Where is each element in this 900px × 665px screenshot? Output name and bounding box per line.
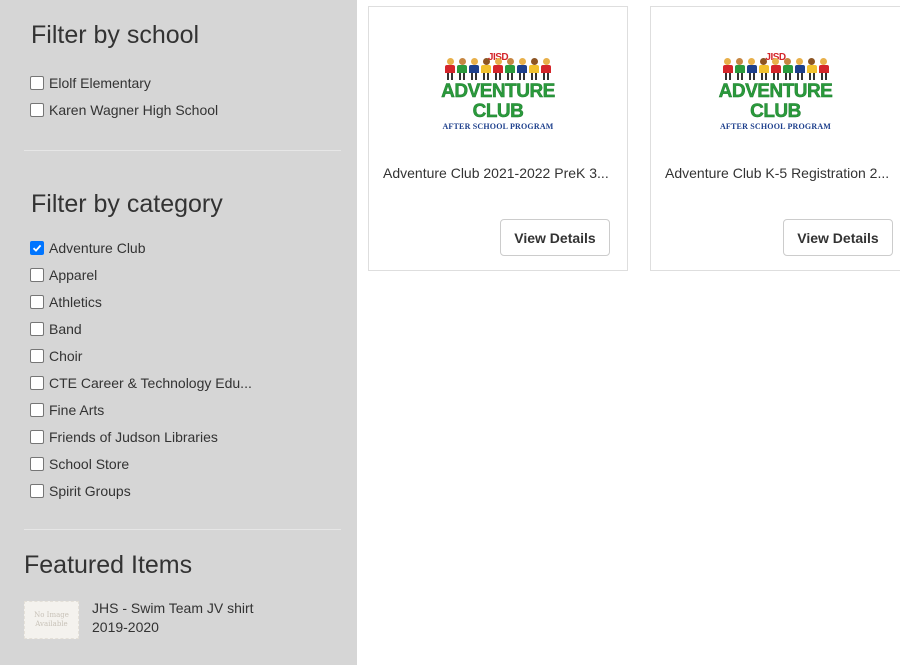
- kids-figures-icon: [706, 58, 846, 82]
- checkbox[interactable]: [30, 429, 44, 444]
- sidebar-divider: [24, 529, 341, 530]
- kids-figures-icon: [428, 58, 568, 82]
- category-option-cte[interactable]: CTE Career & Technology Edu...: [30, 369, 252, 396]
- checkbox[interactable]: [30, 402, 44, 417]
- category-option-athletics[interactable]: Athletics: [30, 288, 252, 315]
- category-option-band[interactable]: Band: [30, 315, 252, 342]
- filter-sidebar: Filter by school Elolf Elementary Karen …: [0, 0, 357, 665]
- checkbox[interactable]: [30, 348, 44, 363]
- no-image-placeholder[interactable]: No Image Available: [24, 601, 79, 639]
- category-option-label: Friends of Judson Libraries: [49, 428, 218, 445]
- featured-item-link[interactable]: JHS - Swim Team JV shirt 2019-2020: [92, 599, 282, 637]
- school-filter-list: Elolf Elementary Karen Wagner High Schoo…: [30, 69, 218, 123]
- checkbox[interactable]: [30, 375, 44, 390]
- featured-item[interactable]: No Image Available JHS - Swim Team JV sh…: [24, 599, 282, 639]
- category-option-friends-of-judson-libraries[interactable]: Friends of Judson Libraries: [30, 423, 252, 450]
- sidebar-divider: [24, 150, 341, 151]
- adventure-club-logo[interactable]: JISD ADVENTURE CLUB AFTER SCHOOL PROGRAM: [706, 52, 846, 131]
- checkbox[interactable]: [30, 483, 44, 498]
- logo-main-text: ADVENTURE CLUB: [718, 81, 833, 122]
- filter-by-category-heading: Filter by category: [31, 190, 223, 218]
- placeholder-text: Available: [35, 620, 68, 628]
- placeholder-text: No Image: [34, 611, 69, 619]
- category-option-apparel[interactable]: Apparel: [30, 261, 252, 288]
- category-option-adventure-club[interactable]: Adventure Club: [30, 234, 252, 261]
- logo-sub-text: AFTER SCHOOL PROGRAM: [719, 122, 832, 131]
- category-option-school-store[interactable]: School Store: [30, 450, 252, 477]
- view-details-button[interactable]: View Details: [783, 219, 893, 256]
- category-option-label: Spirit Groups: [49, 482, 131, 499]
- category-option-label: Apparel: [49, 266, 98, 283]
- product-card: JISD ADVENTURE CLUB AFTER SCHOOL PROGRAM…: [650, 6, 900, 271]
- category-option-label: Choir: [49, 347, 83, 364]
- checkbox[interactable]: [30, 321, 44, 336]
- logo-sub-text: AFTER SCHOOL PROGRAM: [442, 122, 554, 131]
- featured-items-heading: Featured Items: [24, 551, 193, 579]
- school-option-label: Elolf Elementary: [49, 74, 151, 91]
- category-option-choir[interactable]: Choir: [30, 342, 252, 369]
- checkbox[interactable]: [30, 456, 44, 471]
- product-title[interactable]: Adventure Club 2021-2022 PreK 3...: [383, 165, 617, 181]
- product-card: JISD ADVENTURE CLUB AFTER SCHOOL PROGRAM…: [368, 6, 628, 271]
- school-option-karen-wagner-high-school[interactable]: Karen Wagner High School: [30, 96, 218, 123]
- view-details-button[interactable]: View Details: [500, 219, 610, 256]
- category-filter-list: Adventure Club Apparel Athletics Band Ch…: [30, 234, 252, 504]
- checkbox[interactable]: [30, 75, 44, 90]
- category-option-label: CTE Career & Technology Edu...: [49, 374, 252, 391]
- category-option-label: Adventure Club: [49, 239, 146, 256]
- logo-main-text: ADVENTURE CLUB: [441, 81, 556, 122]
- checkbox[interactable]: [30, 294, 44, 309]
- category-option-label: School Store: [49, 455, 130, 472]
- adventure-club-logo[interactable]: JISD ADVENTURE CLUB AFTER SCHOOL PROGRAM: [428, 52, 568, 131]
- checkbox[interactable]: [30, 240, 44, 255]
- category-option-fine-arts[interactable]: Fine Arts: [30, 396, 252, 423]
- category-option-label: Fine Arts: [49, 401, 105, 418]
- filter-by-school-heading: Filter by school: [31, 21, 200, 49]
- checkbox[interactable]: [30, 267, 44, 282]
- school-option-elolf-elementary[interactable]: Elolf Elementary: [30, 69, 218, 96]
- school-option-label: Karen Wagner High School: [49, 101, 219, 118]
- category-option-label: Band: [49, 320, 82, 337]
- checkbox[interactable]: [30, 102, 44, 117]
- category-option-label: Athletics: [49, 293, 102, 310]
- product-title[interactable]: Adventure Club K-5 Registration 2...: [665, 165, 894, 181]
- category-option-spirit-groups[interactable]: Spirit Groups: [30, 477, 252, 504]
